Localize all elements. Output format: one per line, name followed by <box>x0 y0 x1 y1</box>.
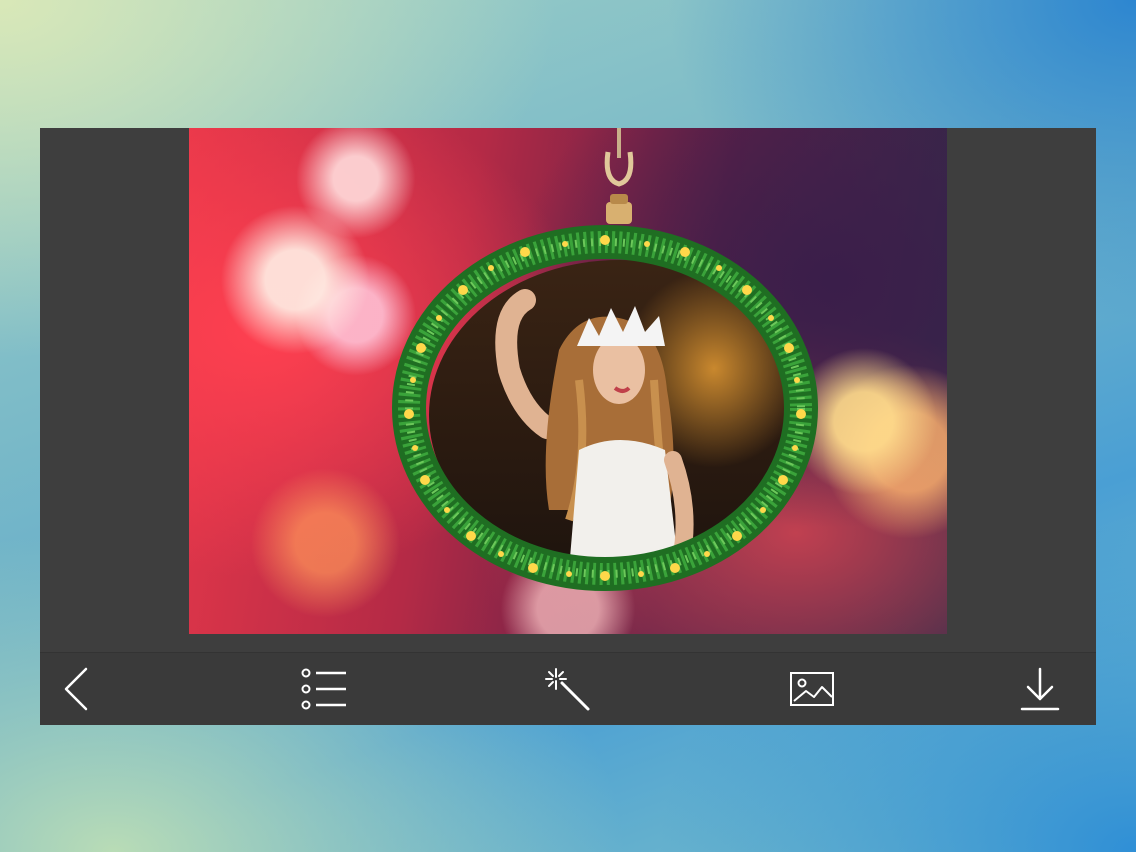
save-button[interactable] <box>1016 665 1064 713</box>
magic-wand-icon <box>545 668 590 711</box>
image-icon <box>790 672 834 706</box>
christmas-wreath-frame <box>392 225 818 591</box>
edited-photo[interactable] <box>189 128 947 634</box>
editor-canvas <box>40 128 1096 652</box>
gallery-button[interactable] <box>788 665 836 713</box>
back-button[interactable] <box>52 665 100 713</box>
effects-button[interactable] <box>544 665 592 713</box>
ornament-hook <box>604 128 634 224</box>
list-icon <box>301 668 346 710</box>
bottom-toolbar <box>40 652 1096 725</box>
download-icon <box>1020 667 1060 711</box>
list-button[interactable] <box>300 665 348 713</box>
app-window <box>40 128 1096 725</box>
back-icon <box>64 667 88 711</box>
